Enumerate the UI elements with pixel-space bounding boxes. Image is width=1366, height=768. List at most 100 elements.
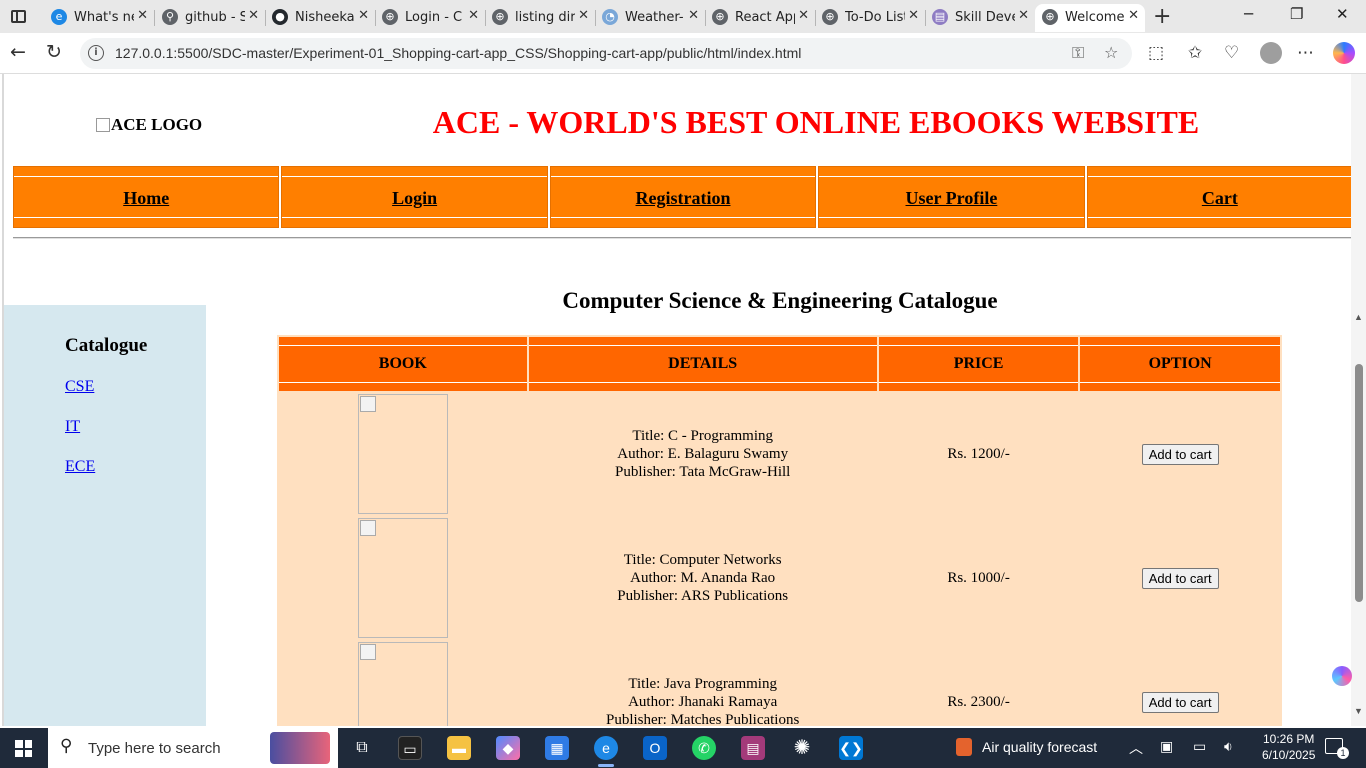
browser-tab[interactable]: ⚲ github - S ✕ — [155, 4, 266, 32]
browser-tab[interactable]: ▤ Skill Deve ✕ — [925, 4, 1035, 32]
file-explorer-icon[interactable]: ▬ — [447, 736, 471, 760]
battery-icon[interactable]: ▭ — [1193, 738, 1206, 755]
tab-close-icon[interactable]: ✕ — [798, 8, 809, 23]
tab-actions-icon[interactable] — [8, 7, 30, 27]
whatsapp-icon[interactable]: ✆ — [692, 736, 716, 760]
outlook-icon[interactable]: O — [643, 736, 667, 760]
book-image-cell — [279, 393, 527, 515]
copilot-float-icon[interactable] — [1332, 666, 1352, 686]
sidebar-link-cse[interactable]: CSE — [65, 378, 94, 396]
windows-start-icon[interactable] — [15, 740, 32, 757]
sidebar-link-ece[interactable]: ECE — [65, 458, 95, 476]
url-text[interactable]: 127.0.0.1:5500/SDC-master/Experiment-01_… — [115, 45, 801, 61]
add-to-cart-button[interactable]: Add to cart — [1141, 567, 1219, 589]
weather-widget[interactable]: Air quality forecast — [956, 738, 1097, 756]
book-publisher: Publisher: ARS Publications — [617, 588, 789, 604]
book-author: Author: Jhanaki Ramaya — [628, 694, 778, 710]
password-key-icon[interactable]: ⚿ — [1072, 43, 1084, 63]
address-bar[interactable]: i 127.0.0.1:5500/SDC-master/Experiment-0… — [80, 38, 1132, 69]
winrar-icon[interactable]: ▤ — [741, 736, 765, 760]
tab-close-icon[interactable]: ✕ — [908, 8, 919, 23]
add-to-cart-button[interactable]: Add to cart — [1141, 443, 1219, 465]
add-to-cart-button[interactable]: Add to cart — [1141, 691, 1219, 713]
copilot-app-icon[interactable]: ◆ — [496, 736, 520, 760]
tab-label: Nisheeka — [295, 10, 355, 25]
browser-tab[interactable]: ⊕ listing dir ✕ — [485, 4, 596, 32]
tab-favicon-icon: ⊕ — [1042, 9, 1058, 25]
browser-tab[interactable]: ◔ Weather- ✕ — [595, 4, 706, 32]
tab-close-icon[interactable]: ✕ — [137, 8, 148, 23]
browser-essentials-icon[interactable]: ♡ — [1224, 43, 1239, 63]
back-icon[interactable]: ← — [10, 41, 26, 63]
nav-cell-home: Home — [13, 166, 280, 228]
extensions-icon[interactable]: ⬚ — [1148, 43, 1164, 63]
nav-link-cart[interactable]: Cart — [1088, 188, 1352, 209]
tray-overflow-icon[interactable]: ︿ — [1129, 738, 1143, 758]
site-info-icon[interactable]: i — [88, 45, 104, 61]
tab-close-icon[interactable]: ✕ — [248, 8, 259, 23]
vscode-icon[interactable]: ❮❯ — [839, 736, 863, 760]
new-tab-icon[interactable]: + — [1153, 4, 1171, 29]
tab-favicon-icon: ⊕ — [822, 9, 838, 25]
column-header-price: PRICE — [878, 337, 1079, 391]
weather-text: Air quality forecast — [982, 739, 1098, 755]
tab-label: To-Do List — [845, 10, 905, 25]
book-table: BOOK DETAILS PRICE OPTION Title: C - Pro… — [277, 335, 1282, 726]
store-icon[interactable]: ▦ — [545, 736, 569, 760]
favorites-icon[interactable]: ✩ — [1188, 43, 1202, 63]
chatgpt-icon[interactable]: ✺ — [790, 736, 814, 760]
browser-tab[interactable]: ⊕ Welcome ✕ — [1035, 4, 1145, 32]
sidebar-link-it[interactable]: IT — [65, 418, 80, 436]
scrollbar-thumb[interactable] — [1355, 364, 1363, 602]
browser-tab[interactable]: ⊕ Login - C ✕ — [375, 4, 486, 32]
search-icon: ⚲ — [60, 736, 73, 755]
tab-close-icon[interactable]: ✕ — [468, 8, 479, 23]
book-option: Add to cart — [1080, 641, 1280, 726]
browser-tab[interactable]: ● Nisheeka ✕ — [265, 4, 376, 32]
browser-tab[interactable]: ⊕ To-Do List ✕ — [815, 4, 926, 32]
taskbar-search[interactable]: ⚲ Type here to search — [48, 728, 338, 768]
nav-link-user-profile[interactable]: User Profile — [819, 188, 1083, 209]
copilot-icon[interactable] — [1333, 42, 1355, 64]
table-row: Title: C - Programming Author: E. Balagu… — [279, 393, 1280, 515]
clock-time: 10:26 PM — [1263, 732, 1315, 746]
clock-date: 6/10/2025 — [1262, 748, 1316, 762]
tab-close-icon[interactable]: ✕ — [1128, 8, 1139, 23]
maximize-icon[interactable]: ❐ — [1290, 5, 1303, 23]
tab-label: Skill Deve — [955, 10, 1015, 25]
table-row: Title: Computer Networks Author: M. Anan… — [279, 517, 1280, 639]
mysql-app-icon[interactable]: ▭ — [398, 736, 422, 760]
system-clock[interactable]: 10:26 PM 6/10/2025 — [1262, 731, 1315, 763]
browser-tab[interactable]: ⊕ React App ✕ — [705, 4, 816, 32]
meet-now-icon[interactable]: ▣ — [1160, 738, 1173, 755]
book-title: Title: Java Programming — [628, 676, 777, 692]
minimize-icon[interactable]: ─ — [1244, 5, 1253, 23]
scroll-up-icon[interactable]: ▲ — [1354, 312, 1363, 322]
tab-close-icon[interactable]: ✕ — [688, 8, 699, 23]
close-window-icon[interactable]: ✕ — [1336, 5, 1349, 23]
tab-favicon-icon: ⊕ — [712, 9, 728, 25]
reload-icon[interactable]: ↻ — [46, 41, 62, 63]
tab-favicon-icon: e — [51, 9, 67, 25]
site-title: ACE - WORLD'S BEST ONLINE EBOOKS WEBSITE — [432, 104, 1200, 140]
nav-link-login[interactable]: Login — [282, 188, 546, 209]
tab-favicon-icon: ◔ — [602, 9, 618, 25]
notification-center-icon[interactable]: 1 — [1325, 738, 1349, 759]
scroll-down-icon[interactable]: ▼ — [1354, 706, 1363, 716]
favorite-star-icon[interactable]: ☆ — [1104, 43, 1118, 62]
tab-close-icon[interactable]: ✕ — [358, 8, 369, 23]
windows-taskbar: ⚲ Type here to search ⧉ ▭ ▬ ◆ ▦ e O ✆ ▤ … — [0, 728, 1366, 768]
task-view-icon[interactable]: ⧉ — [350, 736, 374, 760]
volume-icon[interactable]: 🔉︎ — [1224, 738, 1233, 755]
profile-avatar[interactable] — [1260, 42, 1282, 64]
nav-link-registration[interactable]: Registration — [551, 188, 815, 209]
book-author: Author: E. Balaguru Swamy — [617, 446, 789, 462]
tab-close-icon[interactable]: ✕ — [1018, 8, 1029, 23]
page-scrollbar[interactable]: ▲ ▼ — [1351, 74, 1366, 726]
nav-link-home[interactable]: Home — [14, 188, 278, 209]
more-menu-icon[interactable]: ⋯ — [1297, 43, 1314, 63]
browser-tab[interactable]: e What's new✕ — [44, 4, 155, 32]
tab-favicon-icon: ▤ — [932, 9, 948, 25]
tab-close-icon[interactable]: ✕ — [578, 8, 589, 23]
edge-browser-icon[interactable]: e — [594, 736, 618, 767]
